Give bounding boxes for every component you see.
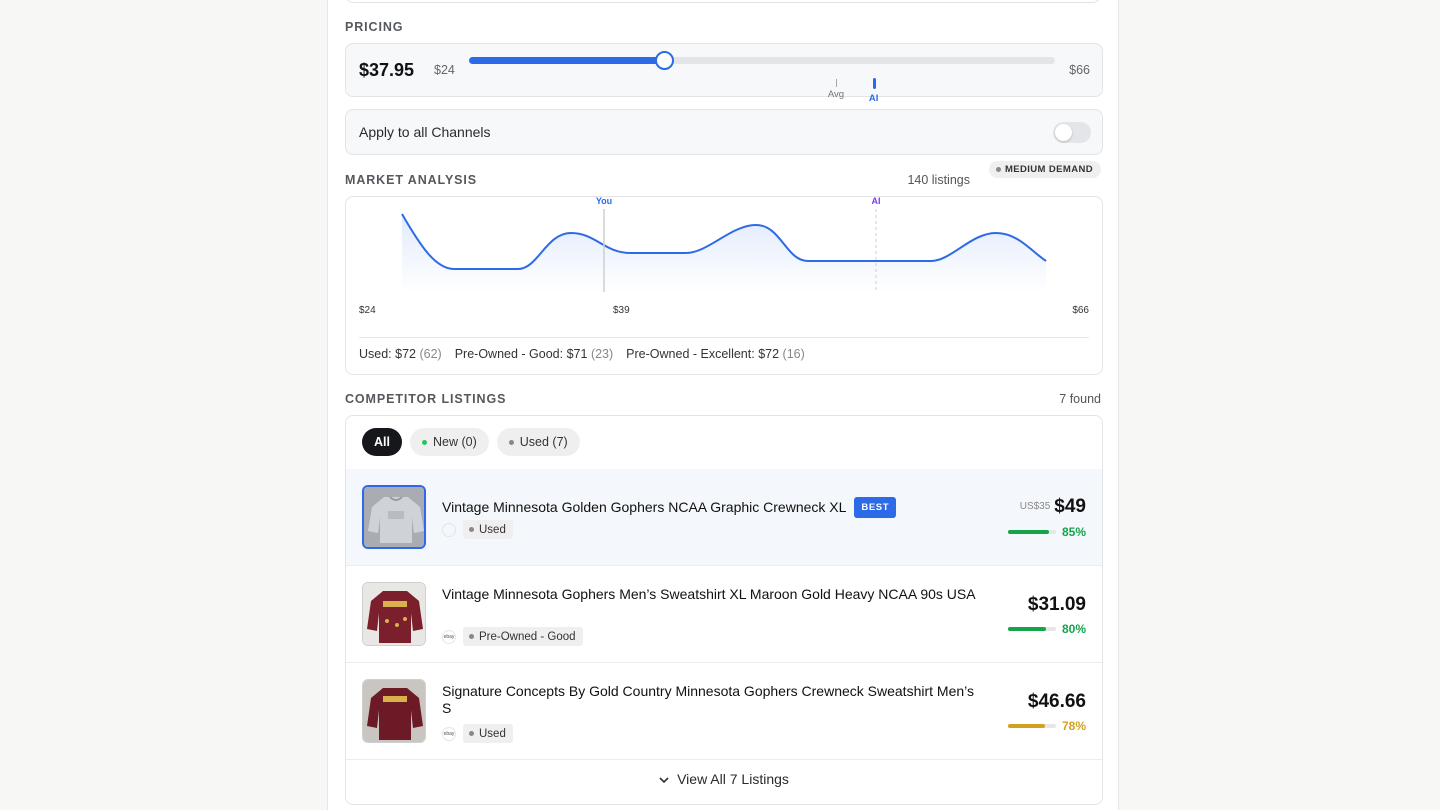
- match-score: 80%: [1007, 622, 1086, 636]
- apply-channels-row: Apply to all Channels: [345, 109, 1103, 155]
- toggle-knob: [1055, 124, 1072, 141]
- ai-marker-label: AI: [868, 93, 879, 104]
- competitor-listings-label: COMPETITOR LISTINGS: [345, 392, 507, 406]
- condition-chip: Used: [463, 724, 513, 743]
- demand-badge: MEDIUM DEMAND: [988, 161, 1101, 178]
- apply-channels-label: Apply to all Channels: [359, 124, 491, 140]
- you-marker-label: You: [596, 197, 612, 206]
- listing-title[interactable]: Signature Concepts By Gold Country Minne…: [442, 683, 982, 717]
- filter-all-chip[interactable]: All: [362, 428, 402, 456]
- condition-filter-chips: All New (0) Used (7): [362, 428, 580, 456]
- grey-crewneck-image: [364, 487, 424, 547]
- condition-dot-icon: [469, 731, 474, 736]
- maroon-crewneck-image: [363, 680, 425, 742]
- listings-count: 140 listings: [907, 173, 970, 187]
- condition-summary-item: Used: $72 (62): [359, 347, 442, 361]
- condition-chip: Used: [463, 520, 513, 539]
- competitor-listing-row[interactable]: Vintage Minnesota Golden Gophers NCAA Gr…: [346, 469, 1102, 566]
- current-price: $37.95: [359, 60, 415, 80]
- previous-card-edge: [344, 0, 1102, 3]
- chart-x-max-label: $66: [1072, 305, 1089, 316]
- match-score: 78%: [1007, 719, 1086, 733]
- condition-summary-item: Pre-Owned - Excellent: $72 (16): [626, 347, 805, 361]
- match-bar: [1007, 627, 1056, 631]
- listing-title[interactable]: Vintage Minnesota Golden Gophers NCAA Gr…: [442, 497, 982, 518]
- price-slider-card: $37.95 $24 Avg AI $66: [345, 43, 1103, 104]
- match-score: 85%: [1007, 525, 1086, 539]
- pricing-panel: PRICING $37.95 $24 Avg AI $66 Apply to a…: [327, 0, 1119, 810]
- listing-meta: ebay Pre-Owned - Good: [442, 627, 583, 646]
- price-slider-track[interactable]: Avg AI: [469, 51, 1055, 104]
- pricing-section-label: PRICING: [345, 20, 404, 34]
- match-percent: 85%: [1061, 525, 1086, 539]
- condition-summary-item: Pre-Owned - Good: $71 (23): [454, 347, 614, 361]
- competitor-listings-card: All New (0) Used (7) Vintage Minnesota G…: [345, 415, 1103, 805]
- price-slider-fill: [469, 57, 664, 64]
- ai-price-marker: [872, 78, 876, 89]
- listing-price: $31.09: [1027, 594, 1086, 615]
- filter-used-chip[interactable]: Used (7): [496, 428, 580, 456]
- market-chart: You AI $24 $39 $66 Used: $72 (62) Pre-Ow…: [345, 196, 1103, 375]
- demand-badge-text: MEDIUM DEMAND: [1004, 164, 1093, 175]
- ebay-icon: ebay: [442, 726, 456, 741]
- condition-dot-icon: [469, 527, 474, 532]
- view-all-listings-button[interactable]: View All 7 Listings: [346, 771, 1102, 787]
- chart-x-mid-label: $39: [613, 305, 630, 316]
- ebay-icon: ebay: [442, 629, 456, 644]
- listing-thumbnail[interactable]: [362, 679, 426, 743]
- competitors-found-count: 7 found: [1059, 392, 1101, 406]
- listing-title[interactable]: Vintage Minnesota Gophers Men’s Sweatshi…: [442, 586, 982, 603]
- chart-divider: [359, 337, 1089, 338]
- competitor-listing-row[interactable]: Signature Concepts By Gold Country Minne…: [346, 663, 1102, 760]
- market-analysis-label: MARKET ANALYSIS: [345, 173, 478, 187]
- condition-price-summary: Used: $72 (62) Pre-Owned - Good: $71 (23…: [359, 347, 805, 361]
- price-max-label: $66: [1069, 63, 1090, 77]
- listing-price: $46.66: [1027, 691, 1086, 712]
- maroon-sweatshirt-image: [363, 583, 425, 645]
- listing-thumbnail[interactable]: [362, 582, 426, 646]
- match-percent: 78%: [1061, 719, 1086, 733]
- chevron-down-icon: [659, 771, 669, 787]
- condition-chip: Pre-Owned - Good: [463, 627, 583, 646]
- distribution-area: [402, 214, 1046, 292]
- match-bar-fill: [1007, 627, 1047, 631]
- competitor-listing-row[interactable]: Vintage Minnesota Gophers Men’s Sweatshi…: [346, 566, 1102, 663]
- match-bar-fill: [1007, 724, 1046, 728]
- match-bar: [1007, 724, 1056, 728]
- apply-channels-toggle[interactable]: [1053, 122, 1091, 143]
- listing-original-price: US$35: [1019, 501, 1051, 512]
- avg-marker-label: Avg: [827, 89, 845, 100]
- listing-price: US$35 $49: [1019, 496, 1086, 517]
- avg-price-marker: [835, 79, 837, 87]
- ai-marker-chart-label: AI: [872, 197, 881, 206]
- match-bar: [1007, 530, 1056, 534]
- price-min-label: $24: [434, 63, 455, 77]
- match-percent: 80%: [1061, 622, 1086, 636]
- demand-dot-icon: [995, 167, 1001, 172]
- chart-x-min-label: $24: [359, 305, 376, 316]
- match-bar-fill: [1007, 530, 1049, 534]
- condition-dot-icon: [469, 634, 474, 639]
- price-slider-handle[interactable]: [654, 51, 674, 70]
- used-dot-icon: [508, 439, 514, 445]
- listing-meta: ebay Used: [442, 724, 513, 743]
- price-distribution-chart: You AI: [401, 197, 1047, 292]
- source-icon: [442, 522, 456, 537]
- filter-new-chip[interactable]: New (0): [409, 428, 489, 456]
- best-badge: BEST: [854, 497, 897, 518]
- new-dot-icon: [421, 439, 427, 445]
- listing-thumbnail[interactable]: [362, 485, 426, 549]
- listing-meta: Used: [442, 520, 513, 539]
